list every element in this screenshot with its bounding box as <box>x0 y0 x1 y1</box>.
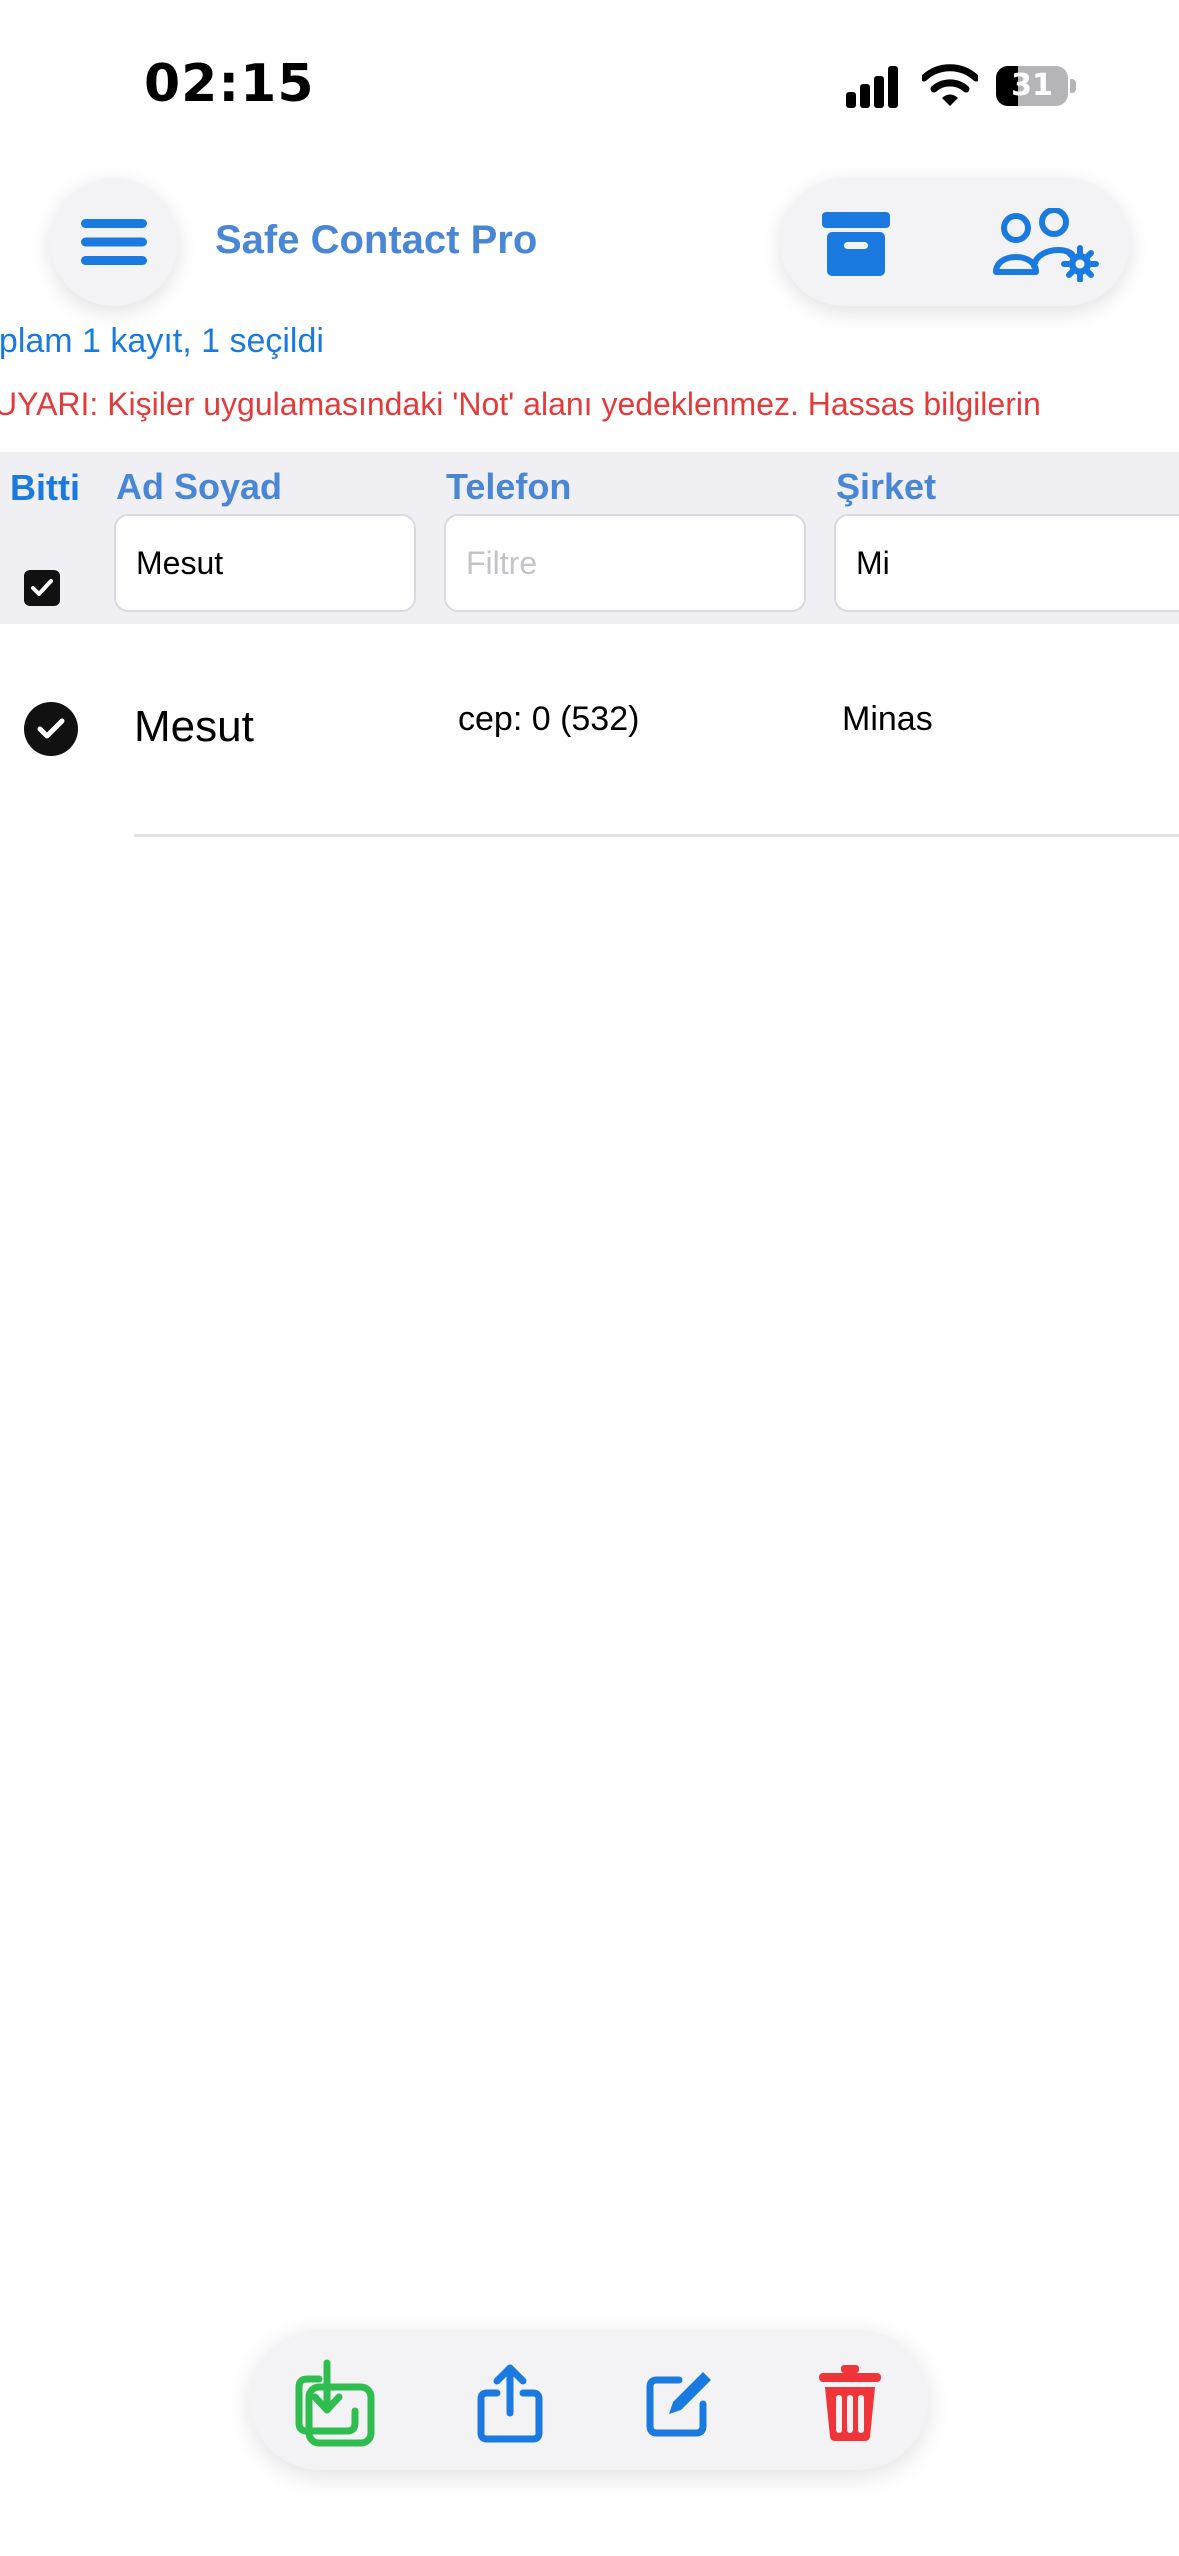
checkmark-icon <box>31 579 53 596</box>
warning-banner: UYARI: Kişiler uygulamasındaki 'Not' ala… <box>0 386 1041 422</box>
bottom-toolbar <box>250 2330 928 2470</box>
share-button[interactable] <box>465 2358 555 2448</box>
status-time: 02:15 <box>144 54 315 114</box>
menu-button[interactable] <box>50 178 178 306</box>
edit-button[interactable] <box>635 2358 725 2448</box>
share-icon <box>477 2364 543 2443</box>
archive-icon <box>822 212 890 276</box>
wifi-icon <box>920 64 980 108</box>
checkmark-icon <box>37 718 65 739</box>
column-header-done-label: Bitti <box>10 467 80 508</box>
company-filter-input[interactable] <box>834 514 1179 612</box>
header-actions <box>780 178 1130 306</box>
row-phone: cep: 0 (532) <box>458 700 640 738</box>
table-row[interactable]: Mesut cep: 0 (532) Minas <box>0 640 1179 840</box>
trash-icon <box>819 2365 881 2441</box>
column-header-done[interactable]: Bitti <box>10 466 80 510</box>
contacts-settings-button[interactable] <box>992 207 1102 283</box>
name-filter-input[interactable] <box>114 514 416 612</box>
import-icon <box>295 2359 375 2447</box>
cellular-signal-icon <box>846 66 906 108</box>
record-summary: oplam 1 kayıt, 1 seçildi <box>0 322 324 360</box>
delete-button[interactable] <box>805 2358 895 2448</box>
row-company: Minas <box>842 700 933 738</box>
archive-button[interactable] <box>820 210 892 278</box>
row-selected-checkbox[interactable] <box>24 702 78 756</box>
battery-icon: 31 <box>996 66 1076 106</box>
app-title: Safe Contact Pro <box>215 218 538 262</box>
column-header-name[interactable]: Ad Soyad <box>116 466 282 508</box>
edit-icon <box>646 2372 711 2437</box>
table-header: Bitti Ad Soyad Telefon Şirket <box>0 452 1179 624</box>
column-header-company[interactable]: Şirket <box>836 466 936 508</box>
select-all-checkbox[interactable] <box>24 570 60 606</box>
phone-filter-input[interactable] <box>444 514 806 612</box>
battery-level: 31 <box>1011 68 1053 103</box>
menu-icon <box>81 219 147 265</box>
import-button[interactable] <box>290 2358 380 2448</box>
row-name: Mesut <box>134 702 254 751</box>
column-header-phone[interactable]: Telefon <box>446 466 571 508</box>
contacts-settings-icon <box>993 207 1099 283</box>
row-divider <box>134 834 1179 837</box>
